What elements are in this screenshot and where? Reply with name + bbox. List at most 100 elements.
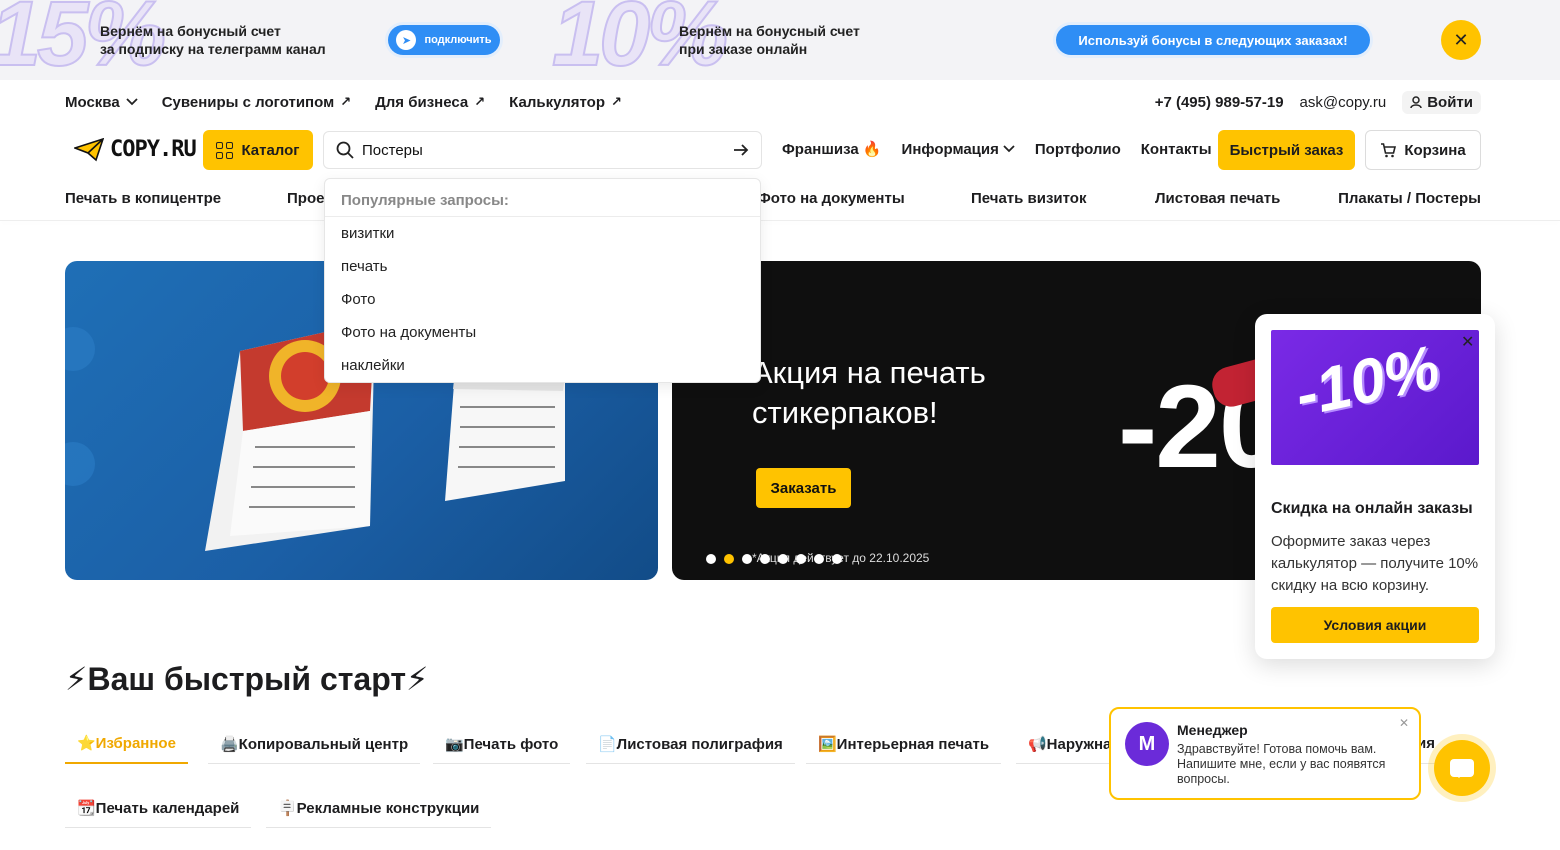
carousel-dot[interactable] xyxy=(706,554,716,564)
carousel-dot[interactable] xyxy=(832,554,842,564)
chat-bubble-icon xyxy=(1450,759,1474,778)
promo-text-2: Вернём на бонусный счет при заказе онлай… xyxy=(679,22,860,58)
suggestion-item[interactable]: печать xyxy=(325,250,760,283)
banner-title: Акция на печать стикерпаков! xyxy=(752,353,986,433)
catalog-label: Каталог xyxy=(241,141,300,159)
nav-information-label: Информация xyxy=(901,140,999,158)
popup-text: Оформите заказ через калькулятор — получ… xyxy=(1271,533,1479,594)
category-nav: Печать в копицентре Прое Фото на докумен… xyxy=(65,190,1481,210)
promo-strip: 15% Вернём на бонусный счет за подписку … xyxy=(0,0,1560,80)
carousel-dots xyxy=(706,554,842,564)
nav-contacts[interactable]: Контакты xyxy=(1141,141,1212,158)
chat-manager-name: Менеджер xyxy=(1177,722,1248,738)
chat-open-button[interactable] xyxy=(1434,740,1490,796)
suggestion-item[interactable]: наклейки xyxy=(325,349,760,382)
popup-close-button[interactable]: ✕ xyxy=(1461,332,1474,352)
tab-interior-print[interactable]: 🖼️Интерьерная печать xyxy=(806,724,1002,764)
email-link[interactable]: ask@copy.ru xyxy=(1300,94,1387,111)
link-souvenirs[interactable]: Сувениры с логотипом ↗ xyxy=(162,94,351,111)
arrow-up-right-icon: ↗ xyxy=(611,94,622,109)
logo[interactable]: COPY.RU xyxy=(74,137,197,162)
arrow-up-right-icon: ↗ xyxy=(340,94,352,109)
discount-popup: -10% ✕ Скидка на онлайн заказы Оформите … xyxy=(1255,314,1495,659)
nav-franchise[interactable]: Франшиза 🔥 xyxy=(782,140,882,158)
nav-information[interactable]: Информация xyxy=(902,141,1015,158)
suggestion-item[interactable]: визитки xyxy=(325,217,760,250)
close-icon: ✕ xyxy=(1461,334,1475,351)
fast-order-button[interactable]: Быстрый заказ xyxy=(1218,130,1355,170)
chat-greeting[interactable]: М Менеджер Здравствуйте! Готова помочь в… xyxy=(1109,707,1421,800)
carousel-dot[interactable] xyxy=(814,554,824,564)
chat-close-button[interactable]: ✕ xyxy=(1399,716,1409,730)
utility-bar: Москва Сувениры с логотипом ↗ Для бизнеса… xyxy=(65,90,1481,114)
catalog-button[interactable]: Каталог xyxy=(203,130,313,170)
close-icon: ✕ xyxy=(1398,716,1409,730)
cart-button[interactable]: Корзина xyxy=(1365,130,1481,170)
cart-label: Корзина xyxy=(1404,141,1466,159)
suggestion-item[interactable]: Фото xyxy=(325,283,760,316)
nav-franchise-label: Франшиза 🔥 xyxy=(782,141,882,158)
promo-text-1b: за подписку на телеграмм канал xyxy=(100,41,326,57)
tab-calendars[interactable]: 📆Печать календарей xyxy=(65,788,252,828)
search-suggestions: Популярные запросы: визитки печать Фото … xyxy=(324,178,761,383)
chevron-down-icon xyxy=(1003,145,1015,153)
user-icon xyxy=(1410,96,1422,108)
section-title: ⚡Ваш быстрый старт⚡ xyxy=(65,661,429,697)
carousel-dot[interactable] xyxy=(724,554,734,564)
manager-avatar: М xyxy=(1125,722,1169,766)
promo-close-button[interactable]: ✕ xyxy=(1441,20,1481,60)
link-business-label: Для бизнеса xyxy=(375,93,469,111)
tab-outdoor[interactable]: 📢Наружна xyxy=(1016,724,1124,764)
tab-photo-print[interactable]: 📷Печать фото xyxy=(433,724,571,764)
carousel-dot[interactable] xyxy=(742,554,752,564)
tab-copy-center[interactable]: 🖨️Копировальный центр xyxy=(208,724,421,764)
login-button[interactable]: Войти xyxy=(1402,90,1481,114)
cat-posters[interactable]: Плакаты / Постеры xyxy=(1338,190,1481,207)
header-divider xyxy=(0,220,1560,221)
promo-text-1: Вернём на бонусный счет за подписку на т… xyxy=(100,22,326,58)
arrow-up-right-icon: ↗ xyxy=(474,94,486,109)
cat-partial[interactable]: Прое xyxy=(287,190,324,207)
arrow-right-icon[interactable] xyxy=(733,143,749,157)
banner-title-line2: стикерпаков! xyxy=(752,395,938,430)
discount-image: -10% xyxy=(1271,330,1479,465)
city-label: Москва xyxy=(65,93,120,111)
promo-text-2b: при заказе онлайн xyxy=(679,41,808,57)
chevron-down-icon xyxy=(126,98,138,106)
link-calculator[interactable]: Калькулятор ↗ xyxy=(509,94,622,111)
tab-favorites[interactable]: ⭐Избранное xyxy=(65,724,188,764)
promo-text-1a: Вернём на бонусный счет xyxy=(100,23,281,39)
cat-copycenter[interactable]: Печать в копицентре xyxy=(65,190,221,207)
cart-icon xyxy=(1381,143,1397,158)
city-selector[interactable]: Москва xyxy=(65,94,138,111)
chat-message: Здравствуйте! Готова помочь вам. Напишит… xyxy=(1177,742,1386,786)
main-nav: Франшиза 🔥 Информация Портфолио Контакты xyxy=(782,140,1212,159)
promo-text-2a: Вернём на бонусный счет xyxy=(679,23,860,39)
carousel-dot[interactable] xyxy=(778,554,788,564)
logo-text: COPY.RU xyxy=(110,137,197,162)
promo-terms-button[interactable]: Условия акции xyxy=(1271,607,1479,643)
cat-photo-docs[interactable]: Фото на документы xyxy=(758,190,905,207)
cat-sheet-print[interactable]: Листовая печать xyxy=(1155,190,1280,207)
carousel-dot[interactable] xyxy=(760,554,770,564)
carousel-dot[interactable] xyxy=(796,554,806,564)
login-label: Войти xyxy=(1427,93,1473,111)
link-calculator-label: Калькулятор xyxy=(509,93,605,111)
discount-image-text: -10% xyxy=(1289,332,1446,431)
banner-order-button[interactable]: Заказать xyxy=(756,468,851,508)
paper-plane-icon xyxy=(74,137,104,161)
grid-icon xyxy=(216,141,234,159)
phone-link[interactable]: +7 (495) 989-57-19 xyxy=(1155,94,1284,111)
banner-title-line1: Акция на печать xyxy=(752,355,986,390)
tab-ad-structures[interactable]: 🪧Рекламные конструкции xyxy=(266,788,492,828)
telegram-connect-button[interactable]: ➤ подключить xyxy=(388,25,500,55)
tab-sheet-print[interactable]: 📄Листовая полиграфия xyxy=(586,724,795,764)
suggestions-title: Популярные запросы: xyxy=(325,179,760,217)
link-business[interactable]: Для бизнеса ↗ xyxy=(375,94,485,111)
cat-business-cards[interactable]: Печать визиток xyxy=(971,190,1086,207)
suggestion-item[interactable]: Фото на документы xyxy=(325,316,760,349)
search-input[interactable] xyxy=(362,141,733,159)
nav-portfolio[interactable]: Портфолио xyxy=(1035,141,1121,158)
telegram-connect-label: подключить xyxy=(424,34,492,46)
use-bonuses-button[interactable]: Используй бонусы в следующих заказах! xyxy=(1056,25,1370,55)
